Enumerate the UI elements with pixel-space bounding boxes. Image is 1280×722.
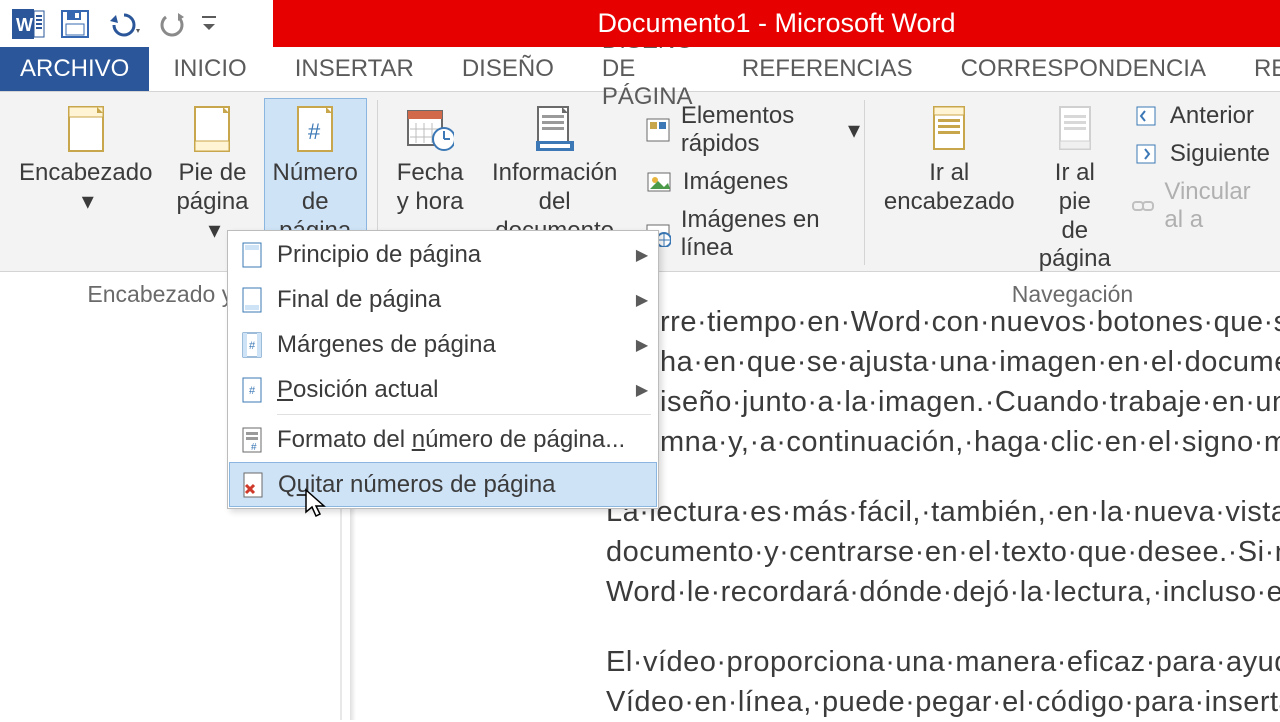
pie-label-2: página [176,188,248,215]
doc-line: mna·y,·a·continuación,·haga·clic·en·el·s… [660,422,1280,462]
svg-text:#: # [249,385,256,397]
pie-label-1: Pie de [178,159,246,186]
numero-label-1: Número de [273,159,358,215]
doc-line: Word·le·recordará·dónde·dejó·la·lectura,… [606,572,1280,612]
doc-line: Vídeo·en·línea,·puede·pegar·el·código·pa… [606,682,1280,722]
menu-format-number[interactable]: # Formato del número de página... [229,417,657,462]
menu-format-label: Formato del número de página... [277,426,657,454]
doc-line: ha·en·que·se·ajusta·una·imagen·en·el·doc… [660,342,1280,382]
qat-customize-icon[interactable] [202,14,216,34]
page-bottom-icon [229,286,277,314]
paragraph-3: El·vídeo·proporciona·una·manera·eficaz·p… [606,642,1280,722]
header-icon [62,105,110,153]
menu-top-of-page[interactable]: Principio de página ▶ [229,232,657,277]
svg-text:#: # [251,442,257,453]
pie-pagina-button[interactable]: Pie depágina▾ [167,98,257,248]
doc-line: La·lectura·es·más·fácil,·también,·en·la·… [606,492,1280,532]
chevron-down-icon: ▾ [208,217,220,246]
doc-line: iseño·junto·a·la·imagen.·Cuando·trabaje·… [660,382,1280,422]
remove-number-icon [230,471,278,499]
page-number-dropdown: Principio de página ▶ Final de página ▶ … [227,230,659,509]
save-icon[interactable] [60,9,90,39]
menu-page-margins[interactable]: # Márgenes de página ▶ [229,322,657,367]
chevron-down-icon: ▾ [82,188,94,217]
doc-line: documento·y·centrarse·en·el·texto·que·de… [606,532,1280,572]
paragraph-2: La·lectura·es·más·fácil,·también,·en·la·… [606,492,1280,612]
tab-file[interactable]: ARCHIVO [0,47,149,91]
submenu-arrow-icon: ▶ [627,380,657,400]
svg-text:#: # [308,119,321,144]
menu-bottom-of-page[interactable]: Final de página ▶ [229,277,657,322]
menu-current-position[interactable]: # Posición actual ▶ [229,367,657,412]
doc-line: rre·tiempo·en·Word·con·nuevos·botones·qu… [660,302,1280,342]
menu-remove-label: Quitar números de página [278,471,656,499]
menu-bottom-label: Final de página [277,286,627,314]
paragraph-1: rre·tiempo·en·Word·con·nuevos·botones·qu… [660,40,1280,462]
menu-separator [277,414,651,415]
submenu-arrow-icon: ▶ [627,245,657,265]
encabezado-label: Encabezado [19,159,152,186]
menu-margins-label: Márgenes de página [277,331,627,359]
page-margins-icon: # [229,331,277,359]
submenu-arrow-icon: ▶ [627,290,657,310]
quick-access-toolbar: W [0,0,273,47]
submenu-arrow-icon: ▶ [627,335,657,355]
encabezado-button[interactable]: Encabezado▾ [10,98,161,220]
menu-remove-numbers[interactable]: Quitar números de página [229,462,657,507]
tab-inicio[interactable]: INICIO [149,47,270,91]
word-app-icon: W [12,7,46,41]
footer-icon [188,105,236,153]
svg-text:#: # [249,340,256,352]
menu-current-label: Posición actual [277,376,627,404]
current-position-icon: # [229,376,277,404]
page-top-icon [229,241,277,269]
svg-text:W: W [16,15,33,35]
undo-icon[interactable] [104,9,144,39]
page-number-icon: # [291,105,339,153]
redo-icon[interactable] [158,9,188,39]
menu-top-label: Principio de página [277,241,627,269]
doc-line: El·vídeo·proporciona·una·manera·eficaz·p… [606,642,1280,682]
format-number-icon: # [229,426,277,454]
